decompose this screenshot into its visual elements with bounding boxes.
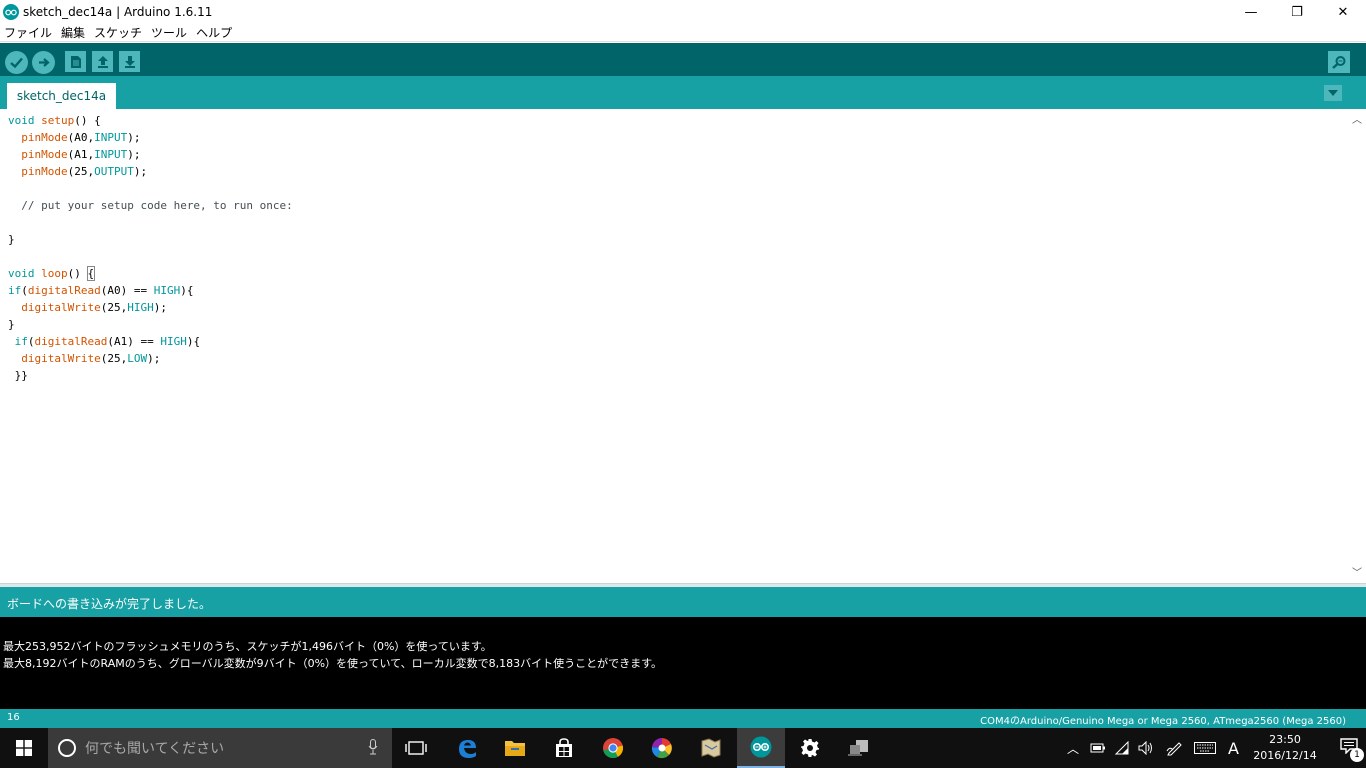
- console-output: 最大253,952バイトのフラッシュメモリのうち、スケッチが1,496バイト（0…: [0, 617, 1366, 709]
- menu-help[interactable]: ヘルプ: [192, 24, 237, 41]
- folder-icon: [505, 741, 525, 756]
- menu-sketch[interactable]: スケッチ: [90, 24, 147, 41]
- board-info: COM4のArduino/Genuino Mega or Mega 2560, …: [980, 716, 1346, 727]
- save-arrow-down-icon: [124, 56, 135, 68]
- devices-icon: [848, 740, 868, 756]
- menu-file[interactable]: ファイル: [0, 24, 57, 41]
- gear-icon: [801, 739, 819, 757]
- edge-browser-icon: [459, 740, 476, 758]
- magnifier-icon: [1332, 56, 1346, 69]
- speaker-icon[interactable]: [1138, 741, 1154, 755]
- scroll-up-icon[interactable]: ︿: [1352, 111, 1362, 126]
- new-sketch-button[interactable]: [65, 51, 86, 72]
- file-explorer-app[interactable]: [491, 728, 539, 768]
- store-app[interactable]: [540, 728, 588, 768]
- menu-bar: ファイル 編集 スケッチ ツール ヘルプ: [0, 24, 1366, 42]
- open-arrow-up-icon: [97, 56, 108, 68]
- cortana-icon: [58, 739, 76, 757]
- settings-app[interactable]: [786, 728, 834, 768]
- toolbar: [0, 43, 1366, 76]
- minimize-button[interactable]: —: [1228, 0, 1274, 24]
- ime-indicator[interactable]: A: [1228, 739, 1239, 758]
- sketch-code[interactable]: void setup() { pinMode(A0,INPUT); pinMod…: [8, 112, 293, 384]
- start-button[interactable]: [0, 728, 48, 768]
- clock-time: 23:50: [1269, 733, 1301, 746]
- scroll-down-icon[interactable]: ﹀: [1352, 564, 1362, 579]
- map-app[interactable]: [687, 728, 735, 768]
- status-bar: ボードへの書き込みが完了しました。: [0, 587, 1366, 617]
- menu-tools[interactable]: ツール: [147, 24, 192, 41]
- upload-button[interactable]: [32, 51, 55, 74]
- tab-menu-button[interactable]: [1324, 85, 1342, 101]
- arduino-logo-icon: [3, 4, 19, 20]
- picasa-app[interactable]: [638, 728, 686, 768]
- close-button[interactable]: ✕: [1320, 0, 1366, 24]
- pen-icon[interactable]: [1166, 740, 1184, 756]
- tab-sketch[interactable]: sketch_dec14a: [7, 83, 116, 109]
- status-message: ボードへの書き込みが完了しました。: [7, 597, 212, 611]
- photo-app-icon: [651, 737, 672, 759]
- cortana-search-box[interactable]: 何でも聞いてください: [48, 728, 392, 768]
- serial-monitor-button[interactable]: [1328, 51, 1350, 73]
- line-number: 16: [7, 712, 20, 723]
- editor-scrollbar[interactable]: ︿ ﹀: [1349, 109, 1366, 583]
- task-view-button[interactable]: [392, 728, 440, 768]
- code-editor[interactable]: void setup() { pinMode(A0,INPUT); pinMod…: [0, 109, 1366, 583]
- clock[interactable]: 23:50 2016/12/14: [1250, 732, 1320, 764]
- windows-logo-icon: [16, 740, 32, 756]
- verify-icon: [10, 57, 23, 68]
- verify-button[interactable]: [5, 51, 28, 74]
- chrome-app[interactable]: [589, 728, 637, 768]
- windows-taskbar: 何でも聞いてください ︿ A 23:50 2016/12/14 1: [0, 728, 1366, 768]
- window-title: sketch_dec14a | Arduino 1.6.11: [23, 5, 213, 19]
- console-line: 最大253,952バイトのフラッシュメモリのうち、スケッチが1,496バイト（0…: [3, 640, 492, 653]
- battery-icon[interactable]: [1090, 742, 1106, 754]
- open-button[interactable]: [92, 51, 113, 72]
- save-button[interactable]: [119, 51, 140, 72]
- chevron-down-icon: [1328, 90, 1338, 96]
- upload-arrow-icon: [38, 58, 50, 67]
- new-file-icon: [70, 55, 81, 68]
- chrome-icon: [603, 738, 624, 759]
- clock-date: 2016/12/14: [1253, 749, 1317, 762]
- editor-footer: 16 COM4のArduino/Genuino Mega or Mega 256…: [0, 709, 1366, 728]
- edge-app[interactable]: [443, 728, 491, 768]
- chevron-up-icon[interactable]: ︿: [1064, 740, 1082, 757]
- title-bar: sketch_dec14a | Arduino 1.6.11 — ❐ ✕: [0, 0, 1366, 24]
- search-placeholder: 何でも聞いてください: [85, 741, 225, 757]
- map-icon: [701, 738, 721, 758]
- store-bag-icon: [556, 738, 572, 757]
- arduino-icon: [750, 736, 772, 758]
- system-tray: ︿ A: [1064, 728, 1239, 768]
- network-app[interactable]: [835, 728, 883, 768]
- keyboard-icon[interactable]: [1194, 742, 1216, 754]
- restore-button[interactable]: ❐: [1274, 0, 1320, 24]
- wifi-icon[interactable]: [1114, 741, 1130, 755]
- arduino-app[interactable]: [737, 728, 785, 768]
- notification-badge: 1: [1350, 748, 1364, 762]
- action-center-button[interactable]: 1: [1340, 738, 1364, 762]
- console-line: 最大8,192バイトのRAMのうち、グローバル変数が9バイト（0%）を使っていて…: [3, 657, 662, 670]
- menu-edit[interactable]: 編集: [57, 24, 90, 41]
- tab-bar: sketch_dec14a: [0, 76, 1366, 109]
- microphone-icon[interactable]: [368, 739, 378, 755]
- task-view-icon: [405, 741, 427, 755]
